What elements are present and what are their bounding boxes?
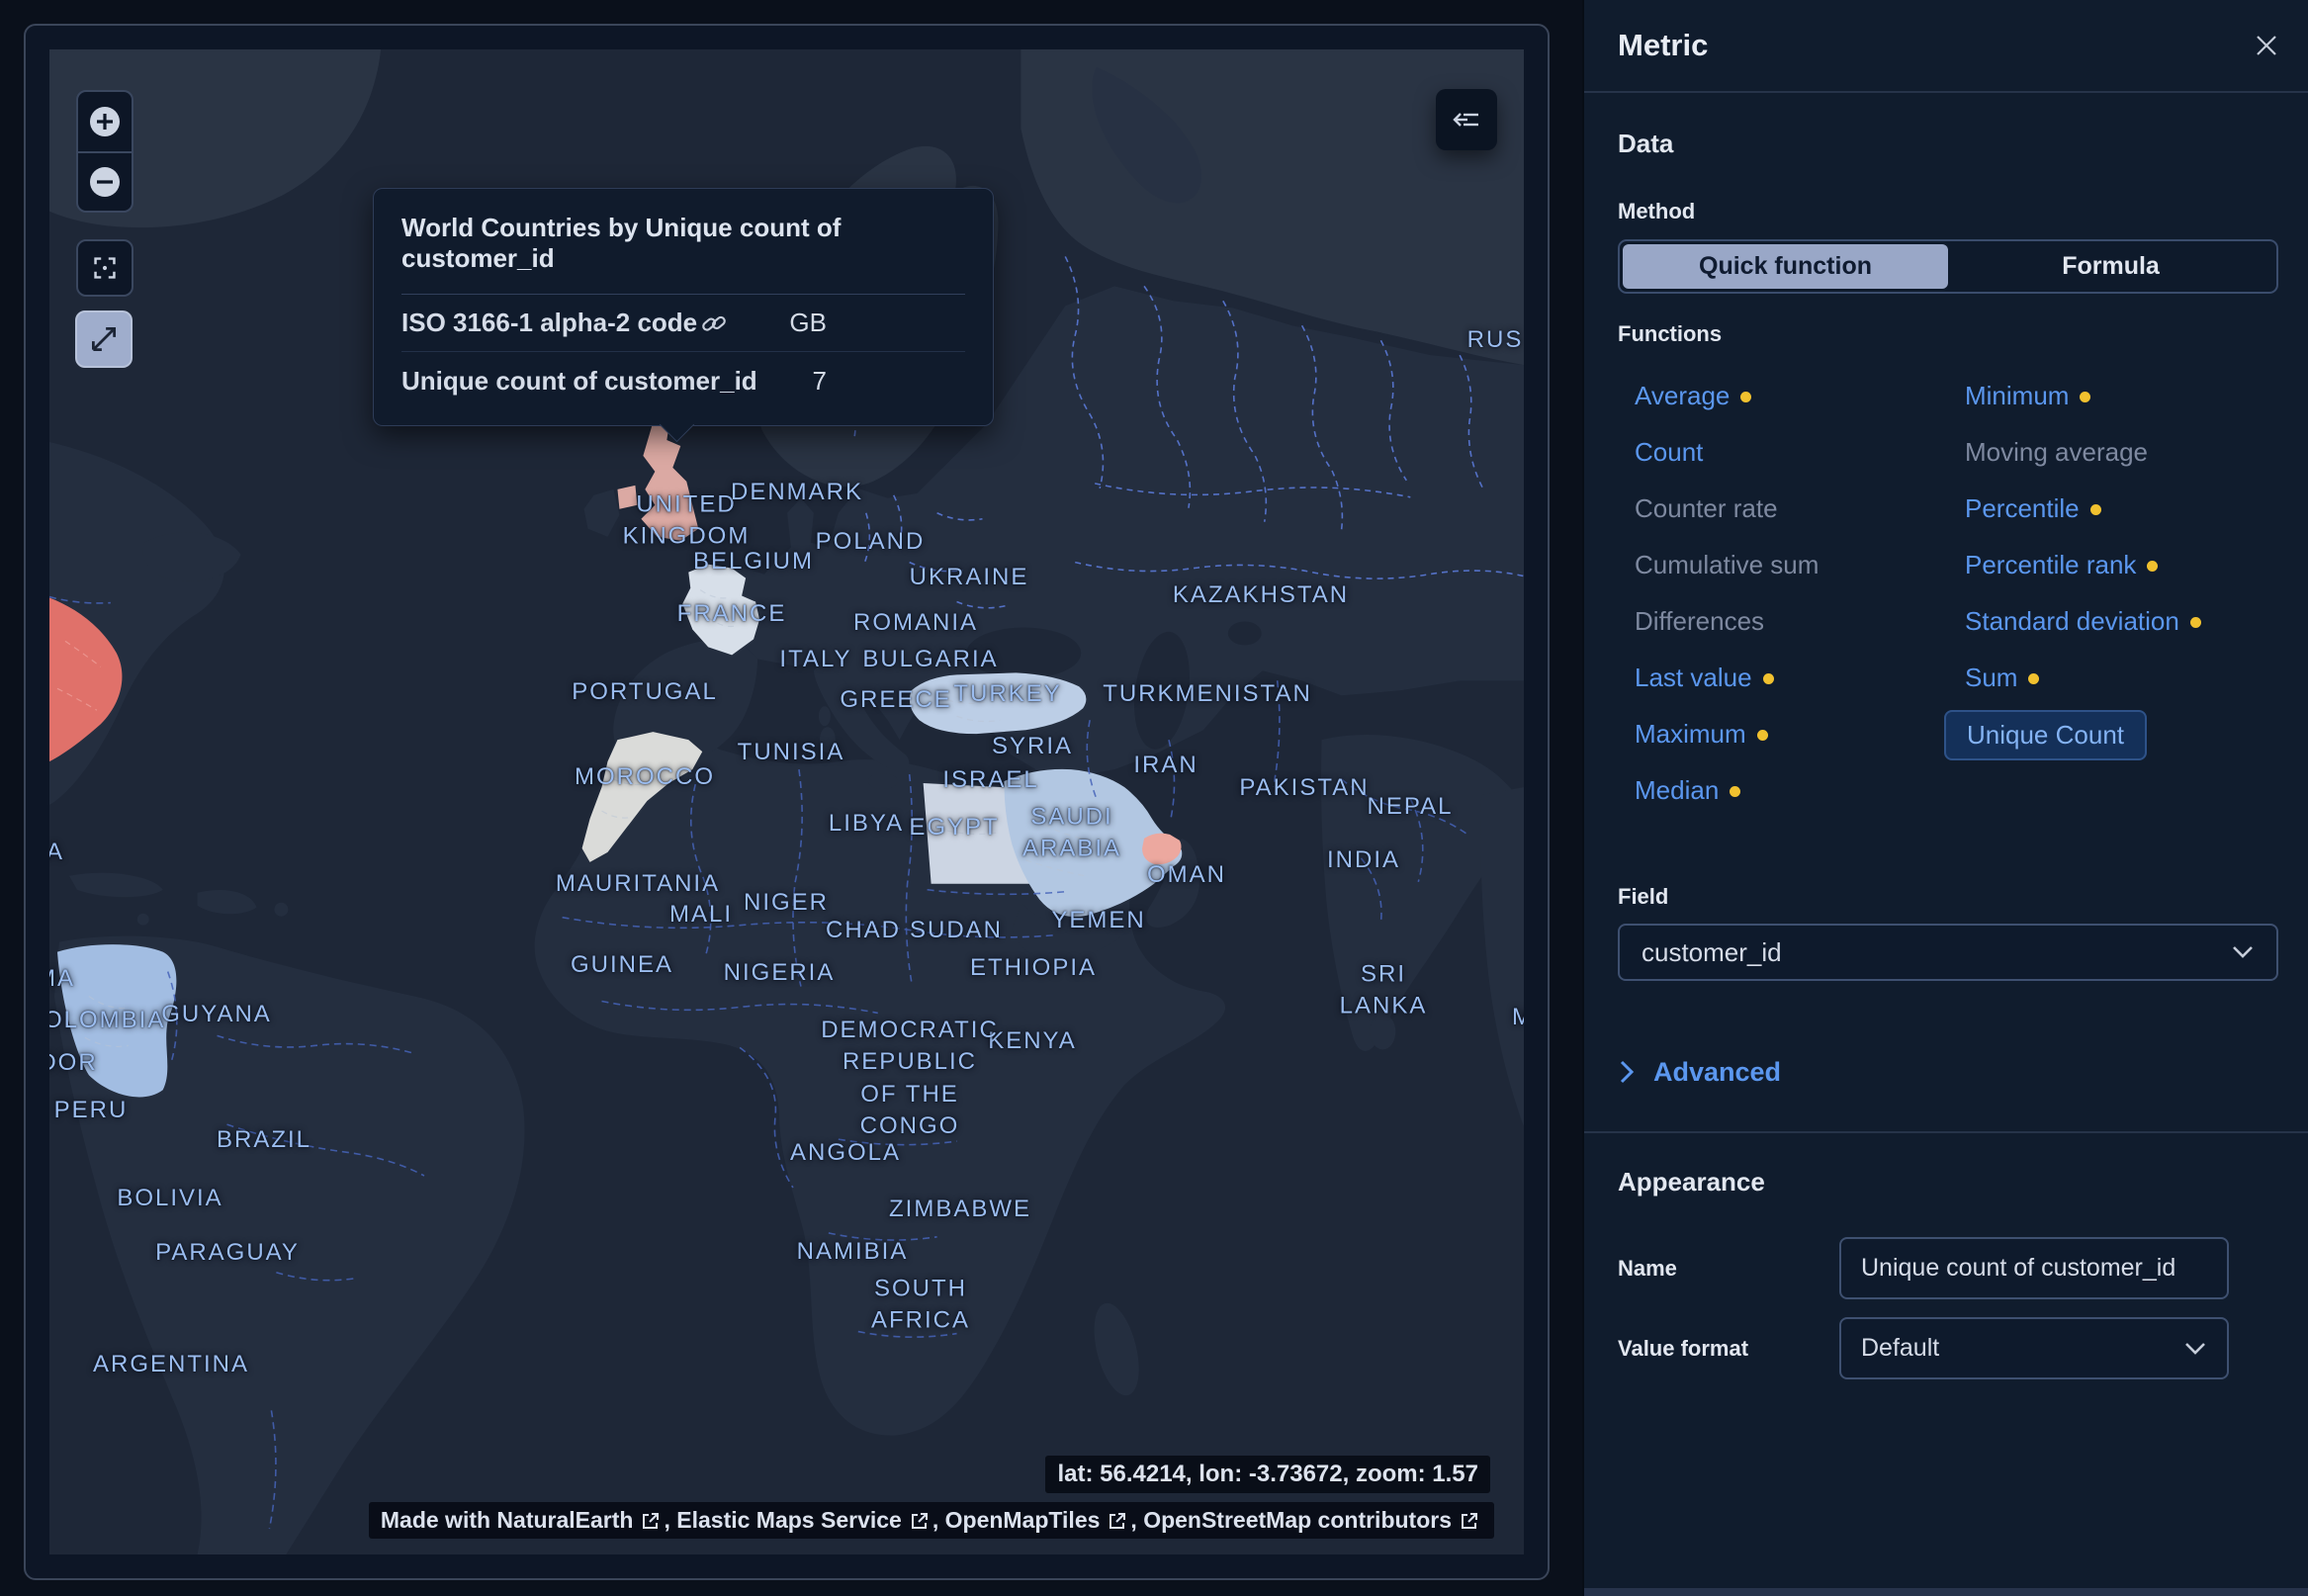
tooltip-title: World Countries by Unique count of custo…: [401, 213, 965, 274]
function-item[interactable]: Sum: [1965, 658, 2039, 697]
divider: [1584, 1131, 2308, 1133]
zoom-out-button[interactable]: [78, 151, 132, 211]
function-item[interactable]: Last value: [1635, 658, 1774, 697]
flyout-header: Metric: [1584, 0, 2308, 93]
appearance-section-heading: Appearance: [1618, 1167, 2278, 1197]
map-attribution: Made with NaturalEarth , Elastic Maps Se…: [369, 1502, 1494, 1539]
external-link-icon: [909, 1510, 931, 1532]
incompatible-dot-icon: [1757, 730, 1768, 741]
plus-icon: [87, 104, 123, 139]
value-format-value: Default: [1861, 1334, 1939, 1363]
minus-icon: [87, 164, 123, 200]
expand-icon: [87, 322, 121, 356]
function-item[interactable]: Median: [1635, 770, 1740, 810]
tooltip-row-label: Unique count of customer_id: [401, 366, 757, 397]
external-link-icon: [640, 1510, 662, 1532]
chevron-right-icon: [1618, 1059, 1636, 1085]
map-card: RUS UNITED KINGDOM DENMARK POLAND BELGIU…: [24, 24, 1550, 1580]
tooltip-row: ISO 3166-1 alpha-2 code GB: [401, 295, 965, 352]
close-icon: [2252, 31, 2281, 60]
field-label: Field: [1618, 884, 2278, 910]
chevron-down-icon: [2183, 1341, 2207, 1357]
fit-bounds-icon: [88, 251, 122, 285]
zoom-controls: [76, 90, 133, 213]
incompatible-dot-icon: [1740, 392, 1751, 402]
function-item[interactable]: Moving average: [1965, 432, 2148, 472]
panel-footer-edge: [1584, 1588, 2308, 1596]
function-item[interactable]: Average: [1635, 376, 1751, 415]
method-label: Method: [1618, 199, 2278, 224]
metric-flyout: Metric Data Method Quick function Formul…: [1582, 0, 2308, 1596]
incompatible-dot-icon: [2147, 561, 2158, 572]
function-item[interactable]: Counter rate: [1635, 488, 1778, 528]
tooltip-row-value: GB: [789, 308, 965, 338]
incompatible-dot-icon: [1730, 786, 1740, 797]
country-northern-ireland[interactable]: [617, 486, 637, 509]
tooltip-row-label: ISO 3166-1 alpha-2 code: [401, 308, 727, 338]
value-format-select[interactable]: Default: [1839, 1317, 2229, 1379]
flyout-title: Metric: [1618, 28, 1708, 63]
field-select[interactable]: customer_id: [1618, 924, 2278, 981]
name-label: Name: [1618, 1256, 1839, 1282]
function-item[interactable]: Count: [1635, 432, 1703, 472]
functions-grid: Average Count Counter rate Cumul: [1618, 376, 2278, 827]
zoom-in-button[interactable]: [78, 92, 132, 151]
value-format-row: Value format Default: [1618, 1317, 2278, 1379]
tooltip-row: Unique count of customer_id 7: [401, 352, 965, 409]
link-icon[interactable]: [701, 310, 727, 336]
fit-to-data-button[interactable]: [76, 239, 133, 297]
tooltip-row-value: 7: [813, 366, 965, 397]
incompatible-dot-icon: [2090, 504, 2101, 515]
incompatible-dot-icon: [1763, 673, 1774, 684]
collapse-legend-icon: [1451, 104, 1482, 135]
name-row: Name Unique count of customer_id: [1618, 1237, 2278, 1299]
function-item[interactable]: Percentile: [1965, 488, 2101, 528]
attribution-link[interactable]: OpenMapTiles ,: [945, 1507, 1144, 1534]
advanced-accordion[interactable]: Advanced: [1618, 1054, 2278, 1090]
data-section-heading: Data: [1618, 129, 2278, 159]
collapse-legend-button[interactable]: [1436, 89, 1497, 150]
advanced-label: Advanced: [1653, 1057, 1781, 1088]
value-format-label: Value format: [1618, 1336, 1839, 1362]
attribution-link[interactable]: Elastic Maps Service ,: [676, 1507, 944, 1534]
expand-button[interactable]: [75, 310, 133, 368]
function-item[interactable]: Maximum: [1635, 714, 1768, 754]
toggle-quick-function[interactable]: Quick function: [1623, 244, 1948, 289]
function-item[interactable]: Percentile rank: [1965, 545, 2158, 584]
external-link-icon: [1459, 1510, 1480, 1532]
incompatible-dot-icon: [2080, 392, 2090, 402]
function-item[interactable]: Cumulative sum: [1635, 545, 1819, 584]
function-item[interactable]: Minimum: [1965, 376, 2090, 415]
chevron-down-icon: [2231, 944, 2255, 960]
attribution-link[interactable]: OpenStreetMap contributors: [1143, 1507, 1482, 1534]
field-select-value: customer_id: [1642, 937, 1782, 968]
map-canvas[interactable]: RUS UNITED KINGDOM DENMARK POLAND BELGIU…: [49, 49, 1524, 1554]
functions-label: Functions: [1618, 321, 2278, 347]
incompatible-dot-icon: [2190, 617, 2201, 628]
map-status-readout: lat: 56.4214, lon: -3.73672, zoom: 1.57: [1045, 1456, 1490, 1493]
incompatible-dot-icon: [2028, 673, 2039, 684]
external-link-icon: [1107, 1510, 1128, 1532]
toggle-formula[interactable]: Formula: [1948, 244, 2273, 289]
close-button[interactable]: [2249, 28, 2284, 63]
function-item[interactable]: Standard deviation: [1965, 601, 2201, 641]
function-item[interactable]: Differences: [1635, 601, 1764, 641]
function-item[interactable]: Unique Count: [1944, 710, 2147, 760]
method-toggle: Quick function Formula: [1618, 239, 2278, 294]
map-tooltip: World Countries by Unique count of custo…: [373, 188, 994, 426]
attribution-link[interactable]: Made with NaturalEarth ,: [381, 1507, 676, 1534]
name-input[interactable]: Unique count of customer_id: [1839, 1237, 2229, 1299]
